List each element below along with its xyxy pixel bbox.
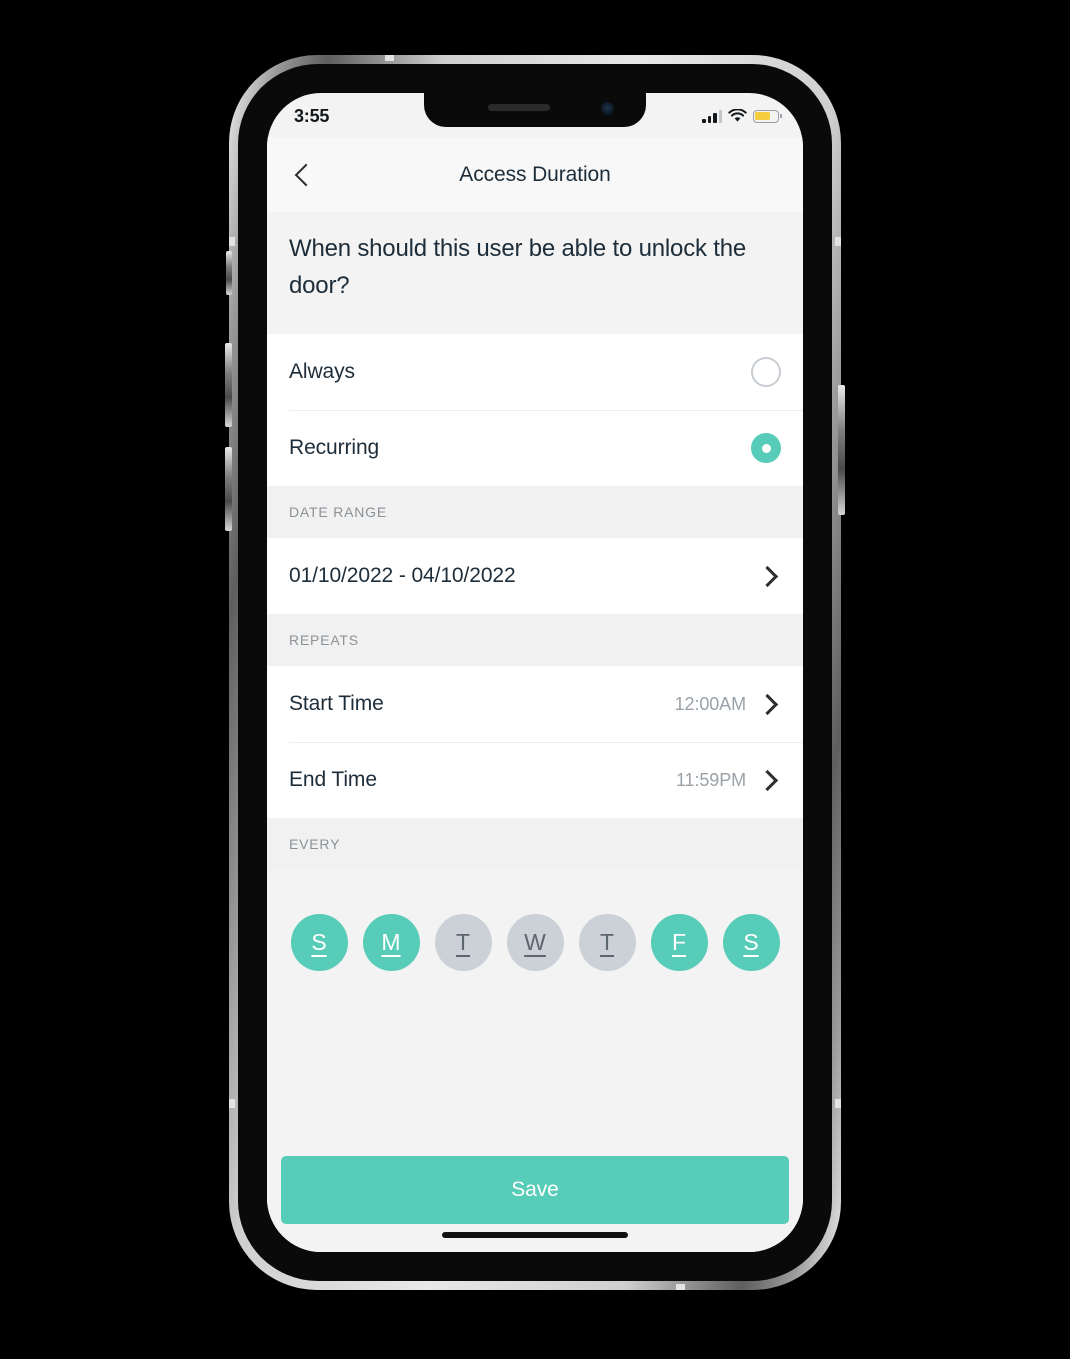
antenna-band-right-upper: [835, 237, 841, 246]
day-selector-area: S M T W T F S: [267, 870, 803, 1156]
day-toggle-sunday[interactable]: S: [290, 914, 348, 972]
option-row-recurring[interactable]: Recurring: [267, 410, 803, 486]
end-time-value: 11:59PM: [675, 769, 746, 790]
antenna-band-left-upper: [229, 237, 235, 246]
device-notch: [424, 93, 646, 127]
antenna-band-bottom-right: [676, 1284, 685, 1290]
date-range-value: 01/10/2022 - 04/10/2022: [289, 564, 516, 588]
chevron-right-icon: [756, 565, 779, 587]
home-indicator[interactable]: [442, 1232, 628, 1238]
page-title: Access Duration: [459, 162, 611, 186]
option-label-recurring: Recurring: [289, 436, 380, 460]
question-heading: When should this user be able to unlock …: [267, 212, 803, 335]
date-range-row[interactable]: 01/10/2022 - 04/10/2022: [267, 538, 803, 614]
status-indicators: [702, 109, 782, 123]
front-camera-icon: [601, 102, 614, 115]
chevron-left-icon: [294, 163, 318, 186]
section-header-every: EVERY: [267, 818, 803, 871]
wifi-icon: [728, 109, 747, 122]
footer-area: Save: [267, 1156, 803, 1252]
day-toggle-tuesday[interactable]: T: [434, 914, 492, 972]
radio-always[interactable]: [751, 357, 781, 388]
silence-switch[interactable]: [226, 251, 232, 295]
phone-screen: 3:55 Access Duration When should this us…: [267, 93, 803, 1252]
day-selector: S M T W T F S: [267, 914, 803, 972]
day-toggle-friday[interactable]: F: [650, 914, 708, 972]
repeats-card: Start Time 12:00AM End Time 11:59PM: [267, 666, 803, 819]
start-time-row[interactable]: Start Time 12:00AM: [267, 666, 803, 742]
back-button[interactable]: [281, 153, 325, 197]
day-toggle-thursday[interactable]: T: [578, 914, 636, 972]
screen-content: When should this user be able to unlock …: [267, 212, 803, 1252]
access-options-card: Always Recurring: [267, 334, 803, 487]
chevron-right-icon: [756, 769, 779, 791]
volume-up-button[interactable]: [225, 343, 232, 427]
radio-recurring[interactable]: [751, 433, 781, 464]
section-header-date-range: DATE RANGE: [267, 486, 803, 539]
earpiece-speaker: [488, 104, 550, 111]
chevron-right-icon: [756, 693, 779, 715]
antenna-band-left-lower: [229, 1099, 235, 1108]
option-label-always: Always: [289, 360, 355, 384]
day-toggle-wednesday[interactable]: W: [506, 914, 564, 972]
option-row-always[interactable]: Always: [267, 334, 803, 410]
day-toggle-monday[interactable]: M: [362, 914, 420, 972]
end-time-label: End Time: [289, 768, 377, 792]
section-header-repeats: REPEATS: [267, 614, 803, 667]
antenna-band-top-left: [385, 55, 394, 61]
day-toggle-saturday[interactable]: S: [722, 914, 780, 972]
power-button[interactable]: [838, 385, 845, 515]
date-range-card: 01/10/2022 - 04/10/2022: [267, 538, 803, 615]
antenna-band-bottom-left: [385, 1284, 394, 1290]
battery-fill: [755, 111, 771, 121]
antenna-band-top-right: [676, 55, 685, 61]
status-time: 3:55: [294, 105, 330, 126]
cellular-signal-icon: [702, 109, 722, 123]
battery-icon: [753, 109, 782, 123]
start-time-value: 12:00AM: [674, 693, 746, 714]
start-time-label: Start Time: [289, 692, 384, 716]
save-button[interactable]: Save: [281, 1156, 789, 1224]
volume-down-button[interactable]: [225, 447, 232, 531]
end-time-row[interactable]: End Time 11:59PM: [267, 742, 803, 818]
navigation-bar: Access Duration: [267, 137, 803, 212]
phone-device: 3:55 Access Duration When should this us…: [225, 55, 845, 1290]
antenna-band-right-lower: [835, 1099, 841, 1108]
